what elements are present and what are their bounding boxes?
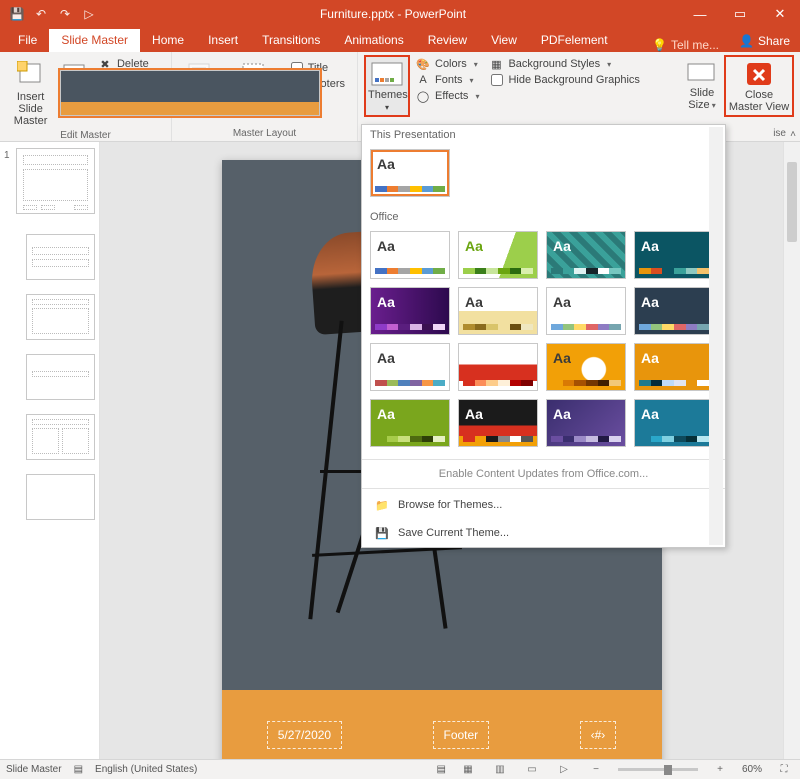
theme-card-12[interactable]: Aa <box>370 399 450 447</box>
close-window-button[interactable]: ✕ <box>760 0 800 28</box>
tab-animations[interactable]: Animations <box>332 29 415 52</box>
folder-icon: 📁 <box>374 497 390 513</box>
thumbnail-layout-3[interactable] <box>26 354 95 400</box>
browse-themes[interactable]: 📁Browse for Themes... <box>362 491 725 519</box>
effects-icon: ◯ <box>416 89 430 103</box>
quick-access-toolbar: 💾 ↶ ↷ ▷ <box>0 5 106 23</box>
tab-transitions[interactable]: Transitions <box>250 29 332 52</box>
thumbnail-layout-5[interactable] <box>26 474 95 520</box>
theme-card-13[interactable]: Aa <box>458 399 538 447</box>
enable-content-updates[interactable]: Enable Content Updates from Office.com..… <box>362 462 725 486</box>
undo-icon[interactable]: ↶ <box>32 5 50 23</box>
theme-card-14[interactable]: Aa <box>546 399 626 447</box>
colors-icon: 🎨 <box>416 57 430 71</box>
thumbnail-panel: 1 <box>0 142 100 759</box>
slide-footer-bar: 5/27/2020 Footer ‹#› <box>222 690 662 759</box>
theme-current[interactable]: Aa <box>370 149 450 197</box>
zoom-out-button[interactable]: − <box>586 764 606 775</box>
delete-icon: ✖ <box>98 57 112 71</box>
normal-view-icon[interactable]: ▦ <box>458 764 478 775</box>
close-master-view-button[interactable]: Close Master View <box>724 55 794 117</box>
tab-view[interactable]: View <box>479 29 529 52</box>
theme-card-1[interactable]: Aa <box>458 231 538 279</box>
group-master-layout: Master Layout <box>178 127 351 140</box>
theme-card-0[interactable]: Aa <box>370 231 450 279</box>
zoom-level[interactable]: 60% <box>742 764 762 775</box>
thumbnail-layout-1[interactable] <box>26 234 95 280</box>
section-office: Office <box>362 207 725 227</box>
theme-card-11[interactable]: Aa <box>634 343 714 391</box>
footer-placeholder[interactable]: Footer <box>433 721 490 749</box>
share-button[interactable]: 👤Share <box>729 30 800 52</box>
save-theme-icon: 💾 <box>374 525 390 541</box>
thumbnail-layout-2[interactable] <box>26 294 95 340</box>
slide-size-button[interactable]: Slide Size <box>680 55 724 113</box>
maximize-button[interactable]: ▭ <box>720 0 760 28</box>
minimize-button[interactable]: — <box>680 0 720 28</box>
reading-view-icon[interactable]: ▭ <box>522 764 542 775</box>
person-icon: 👤 <box>739 34 754 48</box>
theme-card-15[interactable]: Aa <box>634 399 714 447</box>
status-view: Slide Master <box>6 764 62 775</box>
group-edit-master: Edit Master <box>6 129 165 142</box>
app-name: PowerPoint <box>405 7 466 21</box>
tab-review[interactable]: Review <box>416 29 479 52</box>
theme-card-6[interactable]: Aa <box>546 287 626 335</box>
background-icon: ▦ <box>489 57 503 71</box>
theme-card-8[interactable]: Aa <box>370 343 450 391</box>
delete-button[interactable]: ✖Delete <box>98 57 161 71</box>
tab-home[interactable]: Home <box>140 29 196 52</box>
theme-card-10[interactable]: Aa <box>546 343 626 391</box>
theme-card-2[interactable]: Aa <box>546 231 626 279</box>
background-styles-dropdown[interactable]: ▦Background Styles <box>489 57 641 71</box>
insert-slide-master-button[interactable]: Insert Slide Master <box>6 55 55 129</box>
theme-card-4[interactable]: Aa <box>370 287 450 335</box>
spellcheck-icon[interactable]: ▤ <box>74 764 83 775</box>
master-number: 1 <box>4 148 10 753</box>
slideshow-icon[interactable]: ▷ <box>80 5 98 23</box>
effects-dropdown[interactable]: ◯Effects <box>416 89 479 103</box>
section-this-presentation: This Presentation <box>362 125 725 145</box>
tell-me[interactable]: 💡Tell me... <box>652 38 729 52</box>
thumbnail-layout-4[interactable] <box>26 414 95 460</box>
date-placeholder[interactable]: 5/27/2020 <box>267 721 342 749</box>
title-bar: 💾 ↶ ↷ ▷ Furniture.pptx - PowerPoint — ▭ … <box>0 0 800 28</box>
theme-card-5[interactable]: Aa <box>458 287 538 335</box>
theme-card-3[interactable]: Aa <box>634 231 714 279</box>
sorter-view-icon[interactable]: ▥ <box>490 764 510 775</box>
tab-insert[interactable]: Insert <box>196 29 250 52</box>
slideshow-view-icon[interactable]: ▷ <box>554 764 574 775</box>
status-language[interactable]: English (United States) <box>95 764 197 775</box>
redo-icon[interactable]: ↷ <box>56 5 74 23</box>
save-current-theme[interactable]: 💾Save Current Theme... <box>362 519 725 547</box>
fit-to-window-icon[interactable]: ⛶ <box>774 764 794 775</box>
tab-slide-master[interactable]: Slide Master <box>49 29 140 52</box>
themes-button[interactable]: Themes▾ <box>364 55 410 117</box>
save-icon[interactable]: 💾 <box>8 5 26 23</box>
status-bar: Slide Master ▤ English (United States) ▤… <box>0 759 800 779</box>
fonts-icon: A <box>416 73 430 87</box>
pagenum-placeholder[interactable]: ‹#› <box>580 721 617 749</box>
lightbulb-icon: 💡 <box>652 38 667 52</box>
vertical-scrollbar[interactable] <box>783 142 800 759</box>
file-name: Furniture.pptx <box>320 7 394 21</box>
zoom-slider[interactable] <box>618 768 698 771</box>
tab-file[interactable]: File <box>6 29 49 52</box>
theme-card-7[interactable]: Aa <box>634 287 714 335</box>
fonts-dropdown[interactable]: AFonts <box>416 73 479 87</box>
notes-button[interactable]: ▤ <box>437 764 446 775</box>
theme-card-9[interactable]: Aa <box>458 343 538 391</box>
hide-background-checkbox[interactable]: Hide Background Graphics <box>489 73 641 87</box>
dropdown-scrollbar[interactable] <box>709 127 723 545</box>
collapse-ribbon-icon[interactable]: ˄ <box>790 129 796 140</box>
themes-dropdown-panel: This Presentation Aa Office AaAaAaAaAaAa… <box>361 124 726 548</box>
tab-pdfelement[interactable]: PDFelement <box>529 29 620 52</box>
window-controls: — ▭ ✕ <box>680 0 800 28</box>
colors-dropdown[interactable]: 🎨Colors <box>416 57 479 71</box>
ribbon-tabs: File Slide Master Home Insert Transition… <box>0 28 800 52</box>
thumbnail-master[interactable] <box>16 148 95 214</box>
zoom-in-button[interactable]: + <box>710 764 730 775</box>
window-title: Furniture.pptx - PowerPoint <box>106 7 680 21</box>
